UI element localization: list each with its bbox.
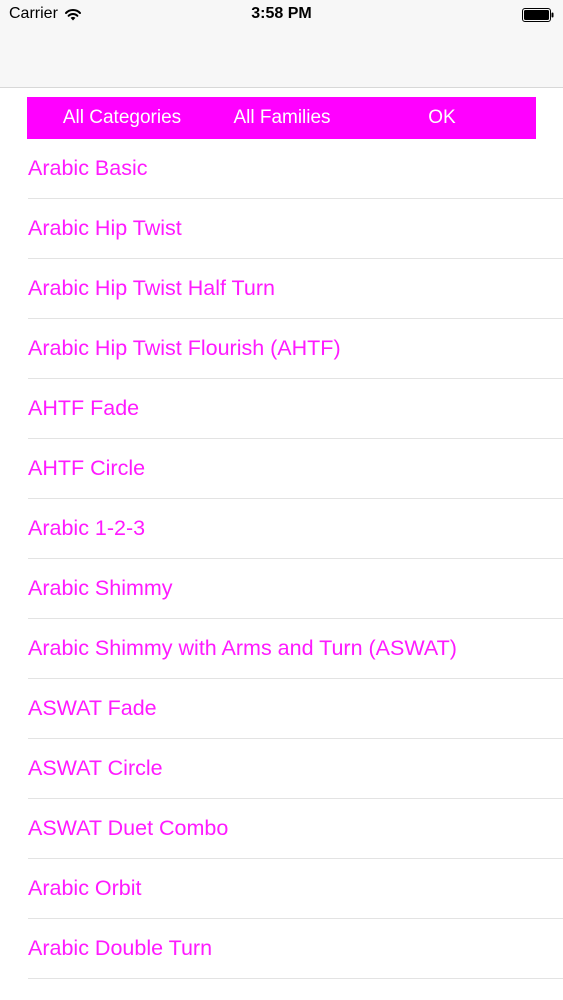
list-item[interactable]: Arabic Basic bbox=[28, 139, 563, 199]
all-families-button[interactable]: All Families bbox=[217, 107, 347, 129]
list-item[interactable]: AHTF Fade bbox=[28, 379, 563, 439]
list-item[interactable]: Arabic Hip Twist bbox=[28, 199, 563, 259]
list-item[interactable]: Arabic Shimmy with Arms and Turn (ASWAT) bbox=[28, 619, 563, 679]
navigation-bar bbox=[0, 30, 563, 88]
battery-icon bbox=[522, 8, 554, 22]
ok-button[interactable]: OK bbox=[387, 107, 497, 129]
app-screen: Carrier 3:58 PM All Categories All Famil… bbox=[0, 0, 563, 1000]
list-item[interactable]: Arabic 1-2-3 bbox=[28, 499, 563, 559]
list-item[interactable]: ASWAT Circle bbox=[28, 739, 563, 799]
list-item[interactable]: Arabic Orbit bbox=[28, 859, 563, 919]
list-item[interactable]: AHTF Circle bbox=[28, 439, 563, 499]
list-item[interactable]: Arabic Shimmy bbox=[28, 559, 563, 619]
status-bar: Carrier 3:58 PM bbox=[0, 0, 563, 30]
list-item[interactable]: Arabic Hip Twist Half Turn bbox=[28, 259, 563, 319]
list-item[interactable]: Arabic Double Turn bbox=[28, 919, 563, 979]
all-categories-button[interactable]: All Categories bbox=[27, 107, 217, 129]
status-time: 3:58 PM bbox=[251, 5, 312, 22]
move-list: Arabic Basic Arabic Hip Twist Arabic Hip… bbox=[0, 139, 563, 979]
list-item[interactable]: ASWAT Duet Combo bbox=[28, 799, 563, 859]
filter-bar: All Categories All Families OK bbox=[27, 97, 536, 139]
list-item[interactable]: Arabic Hip Twist Flourish (AHTF) bbox=[28, 319, 563, 379]
list-item[interactable]: ASWAT Fade bbox=[28, 679, 563, 739]
